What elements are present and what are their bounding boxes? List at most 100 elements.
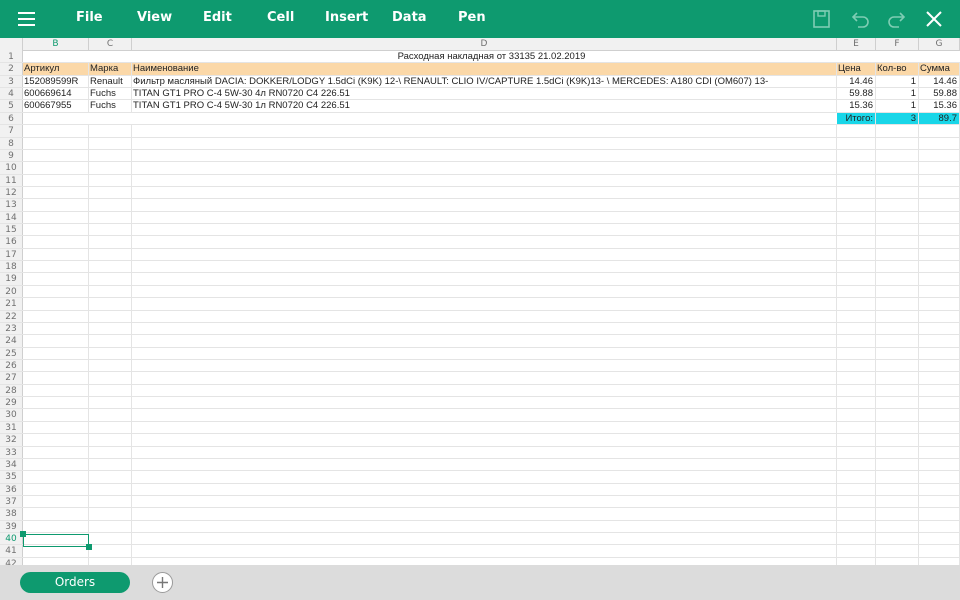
select-all-corner[interactable] xyxy=(0,38,23,51)
empty-cell[interactable] xyxy=(132,310,837,322)
row-number[interactable]: 29 xyxy=(0,397,23,409)
empty-cell[interactable] xyxy=(89,273,132,285)
empty-cell[interactable] xyxy=(89,421,132,434)
empty-cell[interactable] xyxy=(89,322,132,335)
empty-cell[interactable] xyxy=(132,298,837,310)
empty-cell[interactable] xyxy=(919,557,960,565)
empty-cell[interactable] xyxy=(876,483,919,495)
column-header-d[interactable]: D xyxy=(132,38,837,51)
empty-cell[interactable] xyxy=(837,310,876,322)
empty-cell[interactable] xyxy=(837,224,876,236)
row-number[interactable]: 18 xyxy=(0,261,23,273)
empty-cell[interactable] xyxy=(919,261,960,273)
empty-cell[interactable] xyxy=(837,162,876,174)
empty-cell[interactable] xyxy=(919,495,960,508)
empty-cell[interactable] xyxy=(837,372,876,384)
empty-cell[interactable] xyxy=(837,409,876,421)
empty-cell[interactable] xyxy=(919,186,960,199)
empty-cell[interactable] xyxy=(919,248,960,261)
row-number[interactable]: 30 xyxy=(0,409,23,421)
empty-cell[interactable] xyxy=(919,335,960,347)
empty-cell[interactable] xyxy=(132,520,837,533)
empty-cell[interactable] xyxy=(876,508,919,520)
empty-cell[interactable] xyxy=(132,285,837,298)
cell-qty[interactable]: 1 xyxy=(876,75,919,88)
empty-cell[interactable] xyxy=(23,298,89,310)
empty-cell[interactable] xyxy=(89,149,132,162)
empty-cell[interactable] xyxy=(837,298,876,310)
empty-cell[interactable] xyxy=(876,409,919,421)
empty-cell[interactable] xyxy=(919,310,960,322)
empty-cell[interactable] xyxy=(876,458,919,471)
selected-cell[interactable] xyxy=(23,534,89,547)
empty-cell[interactable] xyxy=(132,236,837,248)
undo-icon[interactable] xyxy=(849,8,871,30)
empty-cell[interactable] xyxy=(23,310,89,322)
empty-cell[interactable] xyxy=(876,322,919,335)
empty-cell[interactable] xyxy=(919,298,960,310)
empty-cell[interactable] xyxy=(837,347,876,359)
row-number[interactable]: 10 xyxy=(0,162,23,174)
row-number[interactable]: 37 xyxy=(0,495,23,508)
empty-cell[interactable] xyxy=(23,360,89,372)
row-number[interactable]: 8 xyxy=(0,137,23,149)
empty-cell[interactable] xyxy=(89,446,132,458)
close-icon[interactable] xyxy=(923,8,945,30)
empty-cell[interactable] xyxy=(132,137,837,149)
empty-cell[interactable] xyxy=(876,162,919,174)
cell-sum[interactable]: 14.46 xyxy=(919,75,960,88)
empty-cell[interactable] xyxy=(23,199,89,211)
empty-cell[interactable] xyxy=(89,199,132,211)
selection-handle-bottom-right[interactable] xyxy=(86,544,92,550)
empty-cell[interactable] xyxy=(876,149,919,162)
empty-cell[interactable] xyxy=(132,557,837,565)
empty-cell[interactable] xyxy=(23,384,89,397)
empty-cell[interactable] xyxy=(23,446,89,458)
cell-qty[interactable]: 1 xyxy=(876,88,919,100)
row-number[interactable]: 4 xyxy=(0,88,23,100)
empty-cell[interactable] xyxy=(89,471,132,483)
empty-cell[interactable] xyxy=(876,347,919,359)
header-qty[interactable]: Кол-во xyxy=(876,63,919,75)
empty-cell[interactable] xyxy=(132,458,837,471)
empty-cell[interactable] xyxy=(89,557,132,565)
empty-cell[interactable] xyxy=(132,162,837,174)
empty-cell[interactable] xyxy=(876,310,919,322)
empty-cell[interactable] xyxy=(132,533,837,545)
row-number[interactable]: 23 xyxy=(0,322,23,335)
empty-cell[interactable] xyxy=(132,273,837,285)
empty-cell[interactable] xyxy=(23,174,89,186)
empty-cell[interactable] xyxy=(89,285,132,298)
empty-cell[interactable] xyxy=(23,557,89,565)
empty-cell[interactable] xyxy=(89,137,132,149)
empty-cell[interactable] xyxy=(132,360,837,372)
row-number[interactable]: 22 xyxy=(0,310,23,322)
empty-cell[interactable] xyxy=(89,372,132,384)
empty-cell[interactable] xyxy=(23,508,89,520)
row-number[interactable]: 32 xyxy=(0,434,23,446)
empty-cell[interactable] xyxy=(23,458,89,471)
empty-cell[interactable] xyxy=(132,384,837,397)
row-number[interactable]: 24 xyxy=(0,335,23,347)
menu-file[interactable]: File xyxy=(76,10,103,25)
empty-cell[interactable] xyxy=(89,434,132,446)
empty-cell[interactable] xyxy=(89,224,132,236)
empty-cell[interactable] xyxy=(132,409,837,421)
total-sum[interactable]: 89.7 xyxy=(919,112,960,125)
empty-cell[interactable] xyxy=(919,322,960,335)
empty-cell[interactable] xyxy=(89,384,132,397)
empty-cell[interactable] xyxy=(89,174,132,186)
empty-cell[interactable] xyxy=(23,397,89,409)
empty-cell[interactable] xyxy=(23,125,89,137)
empty-cell[interactable] xyxy=(876,434,919,446)
empty-cell[interactable] xyxy=(919,224,960,236)
row-number[interactable]: 1 xyxy=(0,51,23,63)
empty-cell[interactable] xyxy=(837,186,876,199)
empty-cell[interactable] xyxy=(837,322,876,335)
empty-cell[interactable] xyxy=(89,162,132,174)
row-number[interactable]: 19 xyxy=(0,273,23,285)
empty-cell[interactable] xyxy=(132,174,837,186)
add-sheet-icon[interactable] xyxy=(152,572,173,593)
empty-cell[interactable] xyxy=(23,137,89,149)
cell-article[interactable]: 600669614 xyxy=(23,88,89,100)
